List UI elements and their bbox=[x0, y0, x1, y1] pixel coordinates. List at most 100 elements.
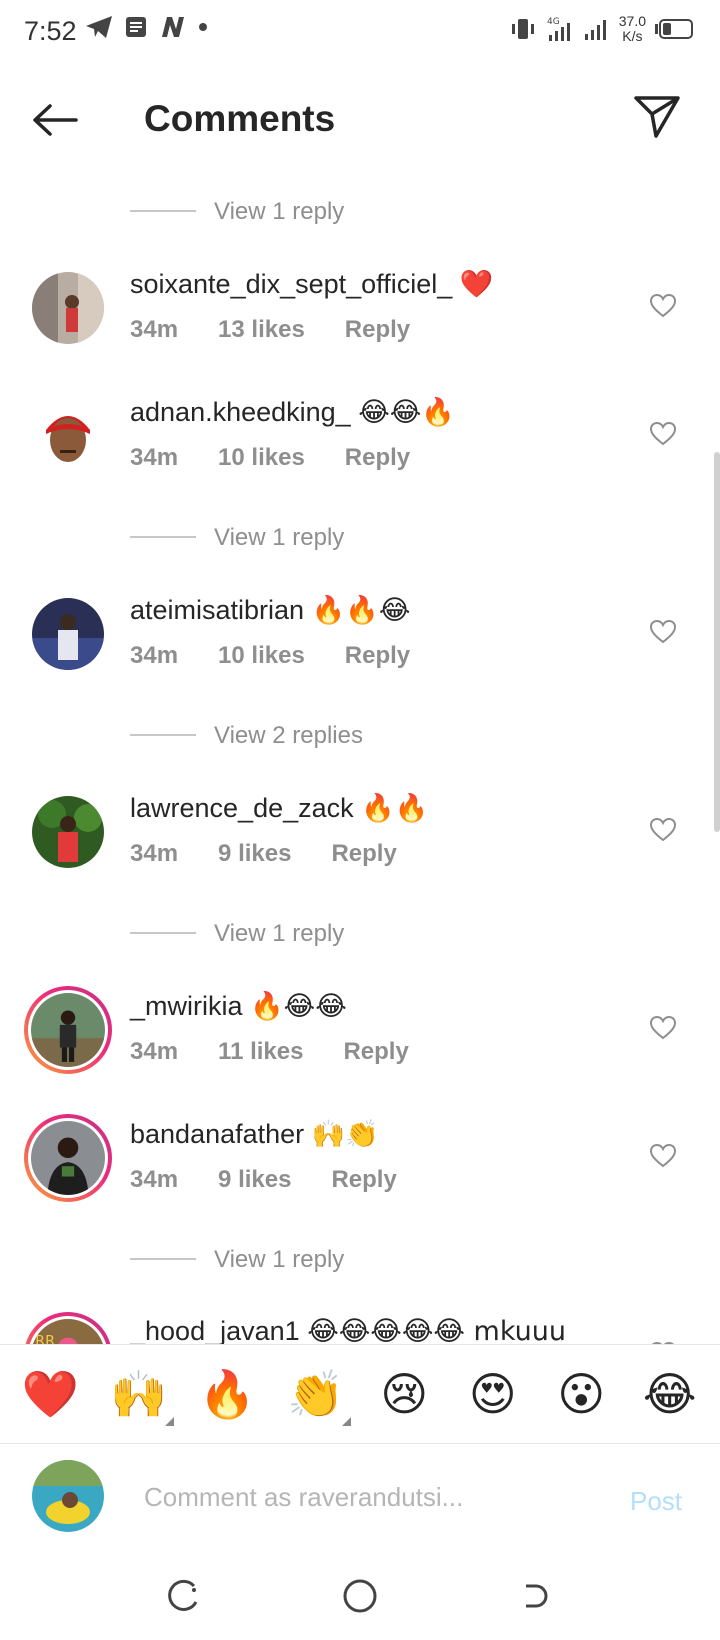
comment-input[interactable] bbox=[144, 1482, 584, 1513]
avatar bbox=[31, 993, 105, 1067]
view-replies-label[interactable]: View 2 replies bbox=[214, 722, 363, 750]
comment-time: 34m bbox=[130, 316, 179, 343]
comment-likes[interactable]: 10 likes bbox=[218, 444, 305, 472]
signal-4g-icon: 4G bbox=[547, 17, 570, 41]
reaction-surprised-button[interactable]: 😮 bbox=[546, 1367, 616, 1421]
comment-item: RR_hood_javan1 😂😂😂😂😂 mkuuu34m9 likesRepl… bbox=[0, 1294, 720, 1344]
comment-text: bandanafather 🙌👏 bbox=[130, 1118, 379, 1150]
reply-button[interactable]: Reply bbox=[345, 444, 410, 472]
comment-body: 🔥🔥😂 bbox=[311, 595, 411, 626]
status-time: 7:52 bbox=[24, 16, 77, 46]
reaction-fire-button[interactable]: 🔥 bbox=[192, 1367, 262, 1422]
view-replies-label[interactable]: View 1 reply bbox=[214, 524, 344, 552]
comment-text: lawrence_de_zack 🔥🔥 bbox=[130, 792, 428, 824]
comments-list[interactable]: View 1 reply soixante_dix_sept_officiel_ … bbox=[0, 176, 720, 1344]
comment-text: adnan.kheedking_ 😂😂🔥 bbox=[130, 396, 455, 428]
avatar-story-ring[interactable] bbox=[24, 986, 112, 1074]
view-replies-row[interactable]: View 1 reply bbox=[0, 898, 720, 968]
comment-meta: 34m 10 likes Reply bbox=[130, 444, 450, 472]
comment-body: 🔥😂😂 bbox=[250, 991, 347, 1022]
skin-tone-indicator bbox=[164, 1416, 174, 1426]
comment-username[interactable]: _hood_javan1 bbox=[130, 1316, 300, 1344]
comment-meta: 34m 10 likes Reply bbox=[130, 642, 450, 670]
notification-icons bbox=[84, 14, 208, 40]
skin-tone-indicator bbox=[341, 1416, 351, 1426]
comment-item: soixante_dix_sept_officiel_ ❤️ 34m 13 like… bbox=[0, 246, 720, 374]
divider-line bbox=[130, 932, 196, 934]
reply-button[interactable]: Reply bbox=[345, 642, 410, 670]
comment-meta: 34m 9 likes Reply bbox=[130, 1166, 437, 1194]
comment-username[interactable]: soixante_dix_sept_officiel_ bbox=[130, 269, 452, 299]
reply-button[interactable]: Reply bbox=[331, 1166, 396, 1194]
comment-username[interactable]: adnan.kheedking_ bbox=[130, 397, 351, 427]
like-heart-icon[interactable] bbox=[650, 422, 676, 446]
notes-icon bbox=[126, 17, 146, 37]
comment-time: 34m bbox=[130, 444, 179, 471]
avatar[interactable] bbox=[32, 598, 104, 670]
reaction-laughing-button[interactable]: 😂 bbox=[635, 1367, 705, 1421]
system-nav-bar bbox=[0, 1550, 720, 1640]
like-heart-icon[interactable] bbox=[650, 294, 676, 318]
reaction-raised-hands-button[interactable]: 🙌 bbox=[104, 1367, 174, 1426]
comment-body: 🙌👏 bbox=[311, 1119, 379, 1150]
back-arrow-icon[interactable] bbox=[30, 100, 80, 140]
comment-username[interactable]: lawrence_de_zack bbox=[130, 793, 354, 823]
own-avatar bbox=[32, 1460, 104, 1532]
share-icon[interactable] bbox=[632, 94, 682, 140]
comment-likes[interactable]: 9 likes bbox=[218, 1166, 291, 1194]
reaction-emoji: 👏 bbox=[287, 1366, 345, 1421]
comment-time: 34m bbox=[130, 642, 179, 669]
avatar-story-ring[interactable]: RR bbox=[24, 1312, 112, 1344]
comment-body: 🔥🔥 bbox=[361, 793, 429, 824]
recents-icon[interactable] bbox=[164, 1576, 204, 1616]
reaction-emoji: 🔥 bbox=[198, 1366, 256, 1421]
telegram-icon bbox=[86, 16, 112, 38]
like-heart-icon[interactable] bbox=[650, 620, 676, 644]
comment-time: 34m bbox=[130, 840, 179, 867]
like-heart-icon[interactable] bbox=[650, 818, 676, 842]
reaction-crying-button[interactable]: 😢 bbox=[369, 1367, 439, 1421]
comment-likes[interactable]: 10 likes bbox=[218, 642, 305, 670]
divider-line bbox=[130, 1258, 196, 1260]
divider-line bbox=[130, 536, 196, 538]
comment-username[interactable]: _mwirikia bbox=[130, 991, 243, 1021]
view-replies-row[interactable]: View 1 reply bbox=[0, 502, 720, 572]
comment-text: ateimisatibrian 🔥🔥😂 bbox=[130, 594, 410, 626]
like-heart-icon[interactable] bbox=[650, 1016, 676, 1040]
comment-meta: 34m 9 likes Reply bbox=[130, 840, 437, 868]
comment-likes[interactable]: 9 likes bbox=[218, 840, 291, 868]
comment-body: ❤️ bbox=[459, 269, 494, 300]
view-replies-label[interactable]: View 1 reply bbox=[214, 198, 344, 226]
view-replies-row[interactable]: View 1 reply bbox=[0, 1224, 720, 1294]
view-replies-label[interactable]: View 1 reply bbox=[214, 1246, 344, 1274]
reaction-heart-button[interactable]: ❤️ bbox=[15, 1367, 85, 1422]
comment-likes[interactable]: 13 likes bbox=[218, 316, 305, 344]
reaction-bar: ❤️ 🙌 🔥 👏 😢 😍 😮 😂 bbox=[0, 1344, 720, 1444]
avatar[interactable] bbox=[32, 796, 104, 868]
reaction-heart-eyes-button[interactable]: 😍 bbox=[458, 1367, 528, 1421]
comment-username[interactable]: bandanafather bbox=[130, 1119, 304, 1149]
post-button[interactable]: Post bbox=[630, 1486, 682, 1517]
view-replies-row[interactable]: View 1 reply bbox=[0, 176, 720, 246]
back-nav-icon[interactable] bbox=[516, 1576, 556, 1616]
reaction-emoji: ❤️ bbox=[21, 1366, 79, 1421]
view-replies-row[interactable]: View 2 replies bbox=[0, 700, 720, 770]
like-heart-icon[interactable] bbox=[650, 1144, 676, 1168]
comment-text: _hood_javan1 😂😂😂😂😂 mkuuu bbox=[130, 1316, 566, 1344]
comment-text: _mwirikia 🔥😂😂 bbox=[130, 990, 347, 1022]
view-replies-label[interactable]: View 1 reply bbox=[214, 920, 344, 948]
comment-item: bandanafather 🙌👏 34m 9 likes Reply bbox=[0, 1096, 720, 1224]
home-icon[interactable] bbox=[340, 1576, 380, 1616]
reaction-emoji: 😂 bbox=[642, 1367, 697, 1421]
avatar[interactable] bbox=[32, 400, 104, 472]
reaction-emoji: 😮 bbox=[557, 1367, 606, 1421]
reply-button[interactable]: Reply bbox=[331, 840, 396, 868]
reply-button[interactable]: Reply bbox=[345, 316, 410, 344]
reaction-clap-button[interactable]: 👏 bbox=[281, 1366, 351, 1426]
avatar-story-ring[interactable] bbox=[24, 1114, 112, 1202]
comment-likes[interactable]: 11 likes bbox=[218, 1038, 303, 1066]
scrollbar[interactable] bbox=[714, 452, 720, 832]
comment-username[interactable]: ateimisatibrian bbox=[130, 595, 304, 625]
avatar[interactable] bbox=[32, 272, 104, 344]
reply-button[interactable]: Reply bbox=[343, 1038, 408, 1066]
